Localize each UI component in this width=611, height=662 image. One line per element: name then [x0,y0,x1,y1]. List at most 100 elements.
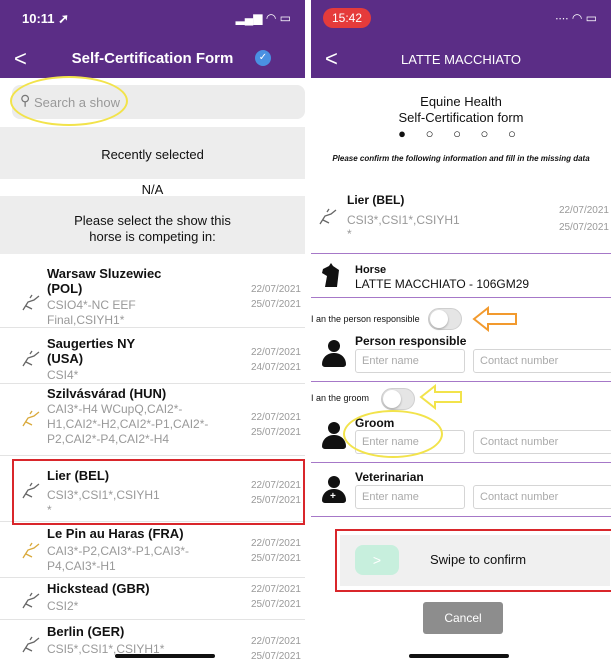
step-indicator: ● ○ ○ ○ ○ [398,126,524,141]
show-name: Le Pin au Haras (FRA) [47,526,184,541]
prompt-band: Please select the show this horse is com… [0,196,305,254]
name-placeholder: Enter name [362,355,419,367]
orange-arrow-annotation [472,306,517,332]
yellow-arrow-annotation [419,384,462,410]
veterinarian-name-input[interactable]: Enter name [355,485,465,509]
verified-badge-icon: ✓ [255,50,271,66]
form-heading: Equine Health [420,94,502,109]
left-screen: 10:11 ➚ ▂▄▆ ◠ ▭ < Self-Certification For… [0,0,305,662]
show-events: CSIO4*-NC EEF Final,CSIYH1* [47,298,136,327]
show-start-date: 22/07/2021 [250,584,301,595]
show-row-hickstead[interactable]: Hickstead (GBR) CSI2* 22/07/2021 25/07/2… [0,580,305,620]
cancel-button[interactable]: Cancel [423,602,503,634]
groom-contact-input[interactable]: Contact number [473,430,611,454]
form-subheading: Self-Certification form [398,110,524,125]
show-start-date: 22/07/2021 [250,636,301,647]
show-events: CAI3*-H4 WCupQ,CAI2*-H1,CAI2*-H2,CAI2*-P… [47,402,209,446]
person-responsible-label: Person responsible [355,334,467,348]
rider-icon [319,208,337,225]
page-title: LATTE MACCHIATO [401,52,521,67]
person-icon [321,340,347,368]
rider-icon [22,294,40,311]
veterinarian-contact-input[interactable]: Contact number [473,485,611,509]
show-name: Warsaw Sluzewiec [47,266,162,281]
recently-selected-band: Recently selected [0,127,305,179]
status-time: 10:11 ➚ [22,11,70,26]
divider [311,297,611,298]
divider [311,381,611,382]
show-start-date: 22/07/2021 [250,412,301,423]
show-start-date: 22/07/2021 [250,347,301,358]
show-end-date: 25/07/2021 [250,299,301,310]
divider [311,253,611,254]
show-end-date: 24/07/2021 [250,362,301,373]
instruction-text: Please confirm the following information… [332,154,590,163]
swipe-handle[interactable]: > [355,545,399,575]
rider-icon [22,410,40,427]
show-end-date: 25/07/2021 [250,553,301,564]
nav-header: < Self-Certification Form ✓ [0,40,305,78]
show-row-warsaw[interactable]: Warsaw Sluzewiec (POL) CSIO4*-NC EEF Fin… [0,262,305,328]
status-bar: 10:11 ➚ ▂▄▆ ◠ ▭ [0,0,305,40]
swipe-label: Swipe to confirm [430,552,527,567]
swipe-confirm-annotation: > Swipe to confirm [335,529,611,592]
show-start-date: 22/07/2021 [250,284,301,295]
horse-label: Horse [355,264,387,276]
recent-value[interactable]: N/A [0,182,305,197]
nav-header: < LATTE MACCHIATO [311,40,611,78]
show-country: (USA) [47,351,84,366]
show-events: CSI3*,CSI1*,CSIYH1 * [347,213,460,241]
status-icons: ∙∙∙∙ ◠ ▭ [555,11,597,25]
show-end-date: 25/07/2021 [250,651,301,662]
show-events: CSI4* [47,368,79,382]
show-name: Szilvásvárad (HUN) [47,386,167,401]
show-start-date: 22/07/2021 [558,205,609,216]
rider-icon [22,542,40,559]
horse-value: LATTE MACCHIATO - 106GM29 [355,277,530,291]
horse-head-icon [322,263,339,287]
divider [311,516,611,517]
right-screen: 15:42 ∙∙∙∙ ◠ ▭ < LATTE MACCHIATO Equine … [311,0,611,662]
person-responsible-toggle-label: I an the person responsible [311,314,420,324]
recently-selected-heading: Recently selected [101,147,204,162]
vet-icon: + [321,476,347,504]
status-bar: 15:42 ∙∙∙∙ ◠ ▭ [311,0,611,40]
show-row-szilvasvarad[interactable]: Szilvásvárad (HUN) CAI3*-H4 WCupQ,CAI2*-… [0,386,305,456]
show-start-date: 22/07/2021 [250,538,301,549]
show-end-date: 25/07/2021 [250,427,301,438]
status-icons: ▂▄▆ ◠ ▭ [235,11,291,25]
highlight-annotation [343,410,443,458]
contact-placeholder: Contact number [480,491,559,503]
show-name: Berlin (GER) [47,624,125,639]
name-placeholder: Enter name [362,491,419,503]
show-events: CSI2* [47,599,79,613]
show-name: Saugerties NY [47,336,136,351]
status-time: 15:42 [323,8,372,28]
show-end-date: 25/07/2021 [250,599,301,610]
show-country: (POL) [47,281,83,296]
show-events: CAI3*-P2,CAI3*-P1,CAI3*-P4,CAI3*-H1 [47,544,190,573]
show-end-date: 25/07/2021 [558,222,609,233]
home-indicator[interactable] [409,654,509,658]
show-row-saugerties[interactable]: Saugerties NY (USA) CSI4* 22/07/2021 24/… [0,330,305,384]
divider [311,462,611,463]
person-responsible-toggle[interactable] [428,308,462,330]
rider-icon [22,592,40,609]
person-responsible-name-input[interactable]: Enter name [355,349,465,373]
show-name: Hickstead (GBR) [47,581,150,596]
select-show-prompt: Please select the show this horse is com… [74,213,231,244]
home-indicator[interactable] [115,654,215,658]
groom-toggle[interactable] [381,388,415,410]
show-name: Lier (BEL) [347,193,405,207]
rider-icon [22,350,40,367]
highlight-annotation [10,76,128,126]
veterinarian-label: Veterinarian [355,470,424,484]
contact-placeholder: Contact number [480,436,559,448]
person-responsible-contact-input[interactable]: Contact number [473,349,611,373]
selected-show-annotation [12,459,305,525]
rider-icon [22,636,40,653]
swipe-track[interactable]: > Swipe to confirm [340,535,610,586]
groom-toggle-label: I an the groom [311,393,370,403]
show-row-le-pin[interactable]: Le Pin au Haras (FRA) CAI3*-P2,CAI3*-P1,… [0,526,305,578]
contact-placeholder: Contact number [480,355,559,367]
